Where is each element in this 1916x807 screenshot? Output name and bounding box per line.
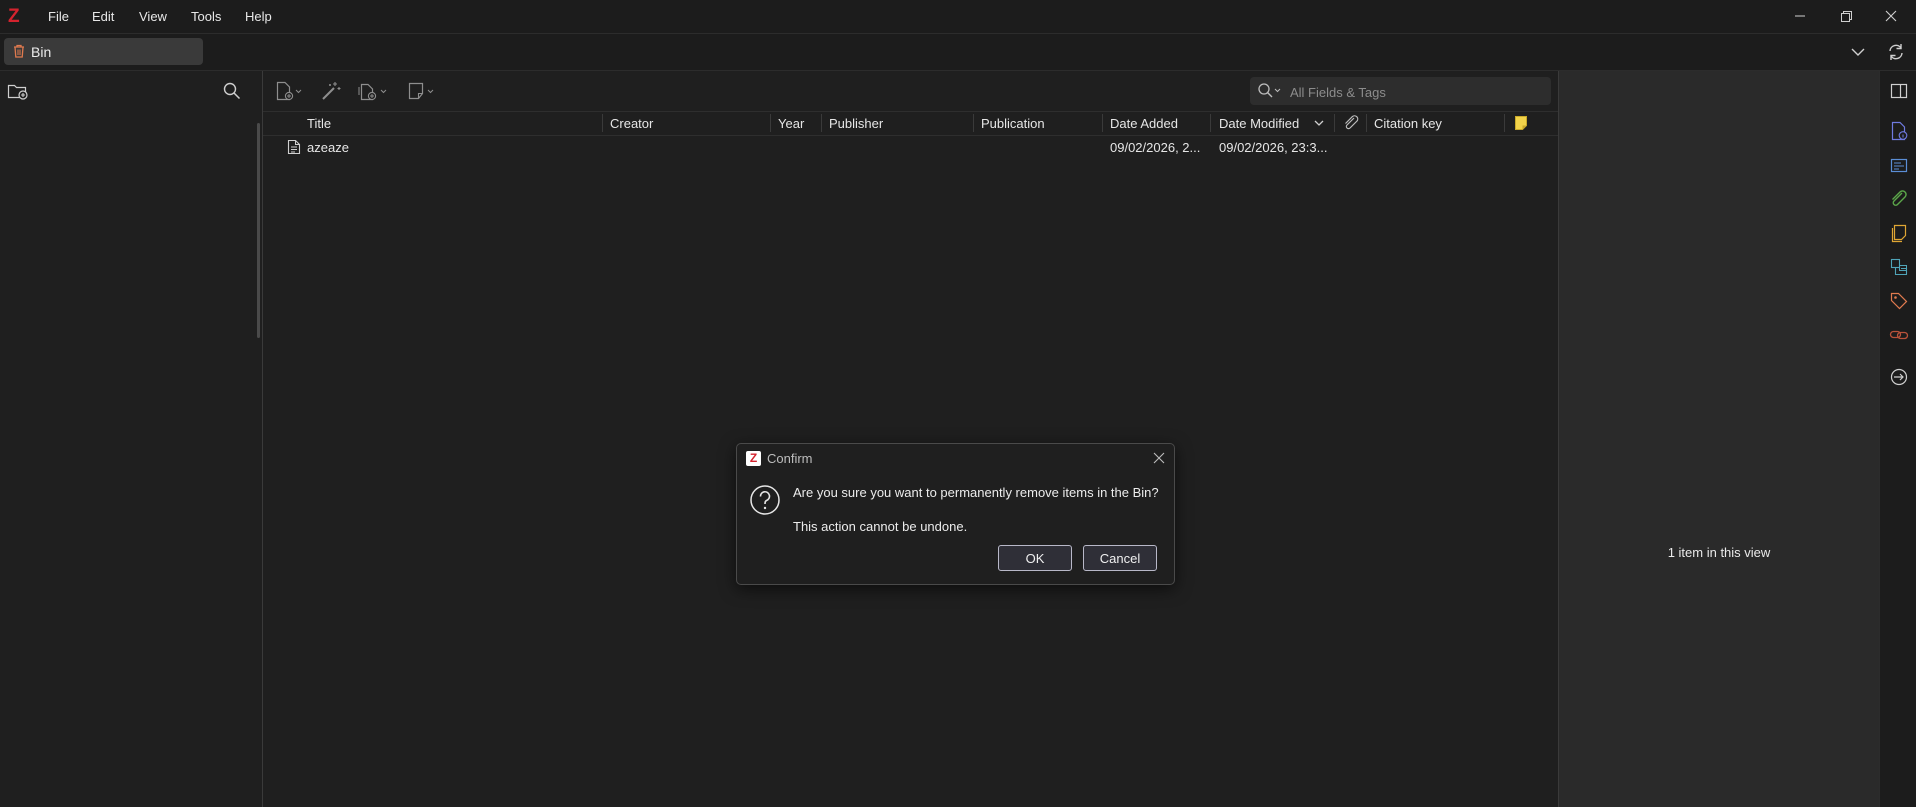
attachments-icon[interactable] [1889, 189, 1909, 209]
add-attachment-icon[interactable] [357, 81, 393, 101]
new-note-icon[interactable] [407, 81, 439, 101]
items-toolbar [263, 71, 1558, 112]
menu-help[interactable]: Help [245, 9, 272, 24]
attachments-column-paperclip-icon[interactable] [1342, 115, 1360, 131]
item-date-modified: 09/02/2026, 23:3... [1219, 140, 1328, 155]
column-year[interactable]: Year [778, 116, 804, 131]
collections-pane [0, 71, 263, 807]
search-mode-icon[interactable] [1256, 82, 1284, 100]
close-icon[interactable] [1151, 450, 1167, 466]
add-by-identifier-wand-icon[interactable] [320, 81, 342, 101]
related-icon[interactable] [1889, 325, 1909, 345]
document-item-icon [287, 139, 301, 155]
search-input[interactable] [1288, 81, 1542, 103]
ok-button[interactable]: OK [998, 545, 1072, 571]
collections-scrollbar[interactable] [257, 123, 260, 338]
item-count-message: 1 item in this view [1667, 545, 1771, 560]
column-citation-key[interactable]: Citation key [1374, 116, 1442, 131]
table-row[interactable]: azeaze 09/02/2026, 2... 09/02/2026, 23:3… [263, 136, 1558, 158]
restore-icon[interactable] [1834, 6, 1858, 26]
minimize-icon[interactable] [1788, 6, 1812, 26]
item-pane-sidenav [1879, 71, 1916, 807]
menu-view[interactable]: View [139, 9, 167, 24]
dialog-message: Are you sure you want to permanently rem… [793, 485, 1159, 500]
search-box[interactable] [1250, 77, 1551, 105]
zotero-logo-icon: Z [746, 451, 761, 466]
notes-icon[interactable] [1889, 223, 1909, 243]
abstract-icon[interactable] [1889, 155, 1909, 175]
confirm-dialog: Z Confirm Are you sure you want to perma… [736, 443, 1175, 585]
info-icon[interactable] [1889, 121, 1909, 141]
sort-descending-icon [1313, 117, 1325, 129]
toggle-pane-icon[interactable] [1889, 81, 1909, 101]
column-publisher[interactable]: Publisher [829, 116, 883, 131]
cancel-button[interactable]: Cancel [1083, 545, 1157, 571]
locate-icon[interactable] [1889, 367, 1909, 387]
sync-icon[interactable] [1886, 42, 1906, 62]
column-header-row: Title Creator Year Publisher Publication… [263, 112, 1558, 136]
tab-bin[interactable]: Bin [4, 38, 203, 65]
column-date-modified[interactable]: Date Modified [1219, 116, 1299, 131]
item-title: azeaze [307, 140, 349, 155]
item-date-added: 09/02/2026, 2... [1110, 140, 1201, 155]
menu-tools[interactable]: Tools [191, 9, 221, 24]
column-title[interactable]: Title [307, 116, 331, 131]
new-collection-icon[interactable] [7, 81, 29, 101]
close-window-icon[interactable] [1879, 6, 1903, 26]
dialog-detail: This action cannot be undone. [793, 519, 968, 534]
dialog-title: Confirm [767, 451, 813, 466]
tab-bar: Bin [0, 34, 1916, 71]
search-collections-icon[interactable] [222, 81, 242, 101]
tabs-dropdown-chevron-icon[interactable] [1848, 43, 1868, 61]
question-icon [749, 484, 781, 516]
items-pane: Title Creator Year Publisher Publication… [263, 71, 1558, 807]
libraries-collections-icon[interactable] [1889, 257, 1909, 277]
tab-bin-label: Bin [31, 44, 52, 60]
new-item-icon[interactable] [275, 81, 307, 101]
menu-edit[interactable]: Edit [92, 9, 114, 24]
item-pane: 1 item in this view [1558, 71, 1879, 807]
column-publication[interactable]: Publication [981, 116, 1045, 131]
zotero-logo-icon: Z [8, 6, 20, 27]
notes-column-icon[interactable] [1514, 115, 1528, 131]
column-creator[interactable]: Creator [610, 116, 653, 131]
bin-icon [12, 43, 26, 59]
title-bar: Z File Edit View Tools Help [0, 0, 1916, 34]
column-date-added[interactable]: Date Added [1110, 116, 1178, 131]
menu-file[interactable]: File [48, 9, 69, 24]
tags-icon[interactable] [1889, 291, 1909, 311]
